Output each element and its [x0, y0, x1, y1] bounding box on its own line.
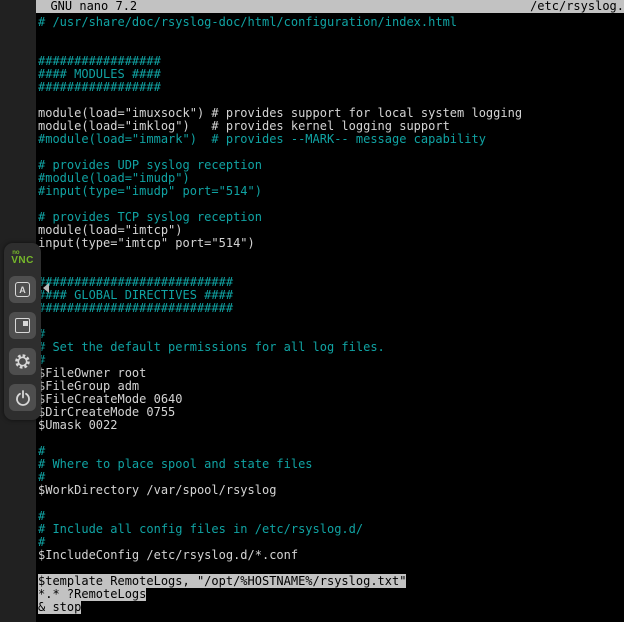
terminal-line: $DirCreateMode 0755 [38, 406, 624, 419]
terminal-line: # /usr/share/doc/rsyslog-doc/html/config… [38, 16, 624, 29]
terminal-line [38, 315, 624, 328]
terminal-line: # Include all config files in /etc/rsysl… [38, 523, 624, 536]
fullscreen-icon-inner [23, 321, 28, 326]
terminal-line: #module(load="immark") # provides --MARK… [38, 133, 624, 146]
terminal-body[interactable]: # /usr/share/doc/rsyslog-doc/html/config… [36, 13, 624, 614]
power-icon [15, 390, 31, 406]
clipboard-button[interactable]: A [9, 276, 36, 303]
terminal-line: input(type="imtcp" port="514") [38, 237, 624, 250]
control-bar-handle-icon[interactable] [43, 283, 49, 293]
terminal-line: $IncludeConfig /etc/rsyslog.d/*.conf [38, 549, 624, 562]
clipboard-icon: A [15, 282, 30, 297]
terminal-line: # Set the default permissions for all lo… [38, 341, 624, 354]
novnc-logo-vnc-text: VNC [11, 256, 34, 266]
terminal-line: $WorkDirectory /var/spool/rsyslog [38, 484, 624, 497]
terminal-line [38, 497, 624, 510]
terminal-line [38, 29, 624, 42]
terminal-line: # Where to place spool and state files [38, 458, 624, 471]
terminal-line: $Umask 0022 [38, 419, 624, 432]
fullscreen-button[interactable] [9, 312, 36, 339]
nano-version-label: GNU nano 7.2 [36, 0, 137, 13]
fullscreen-icon [15, 318, 30, 333]
novnc-control-bar: no VNC A [4, 243, 41, 420]
vnc-screen: GNU nano 7.2 /etc/rsyslog. # /usr/share/… [0, 0, 624, 622]
gear-icon [14, 353, 31, 370]
terminal-line [38, 250, 624, 263]
settings-button[interactable] [9, 348, 36, 375]
nano-filename-label: /etc/rsyslog. [530, 0, 624, 13]
terminal-window[interactable]: GNU nano 7.2 /etc/rsyslog. # /usr/share/… [36, 0, 624, 622]
terminal-line: ################# [38, 81, 624, 94]
terminal-line: & stop [38, 601, 624, 614]
terminal-line: #input(type="imudp" port="514") [38, 185, 624, 198]
terminal-line [38, 432, 624, 445]
terminal-line: ########################### [38, 302, 624, 315]
nano-titlebar: GNU nano 7.2 /etc/rsyslog. [36, 0, 624, 13]
power-button[interactable] [9, 384, 36, 411]
novnc-logo: no VNC [11, 250, 34, 266]
terminal-line: *.* ?RemoteLogs [38, 588, 624, 601]
